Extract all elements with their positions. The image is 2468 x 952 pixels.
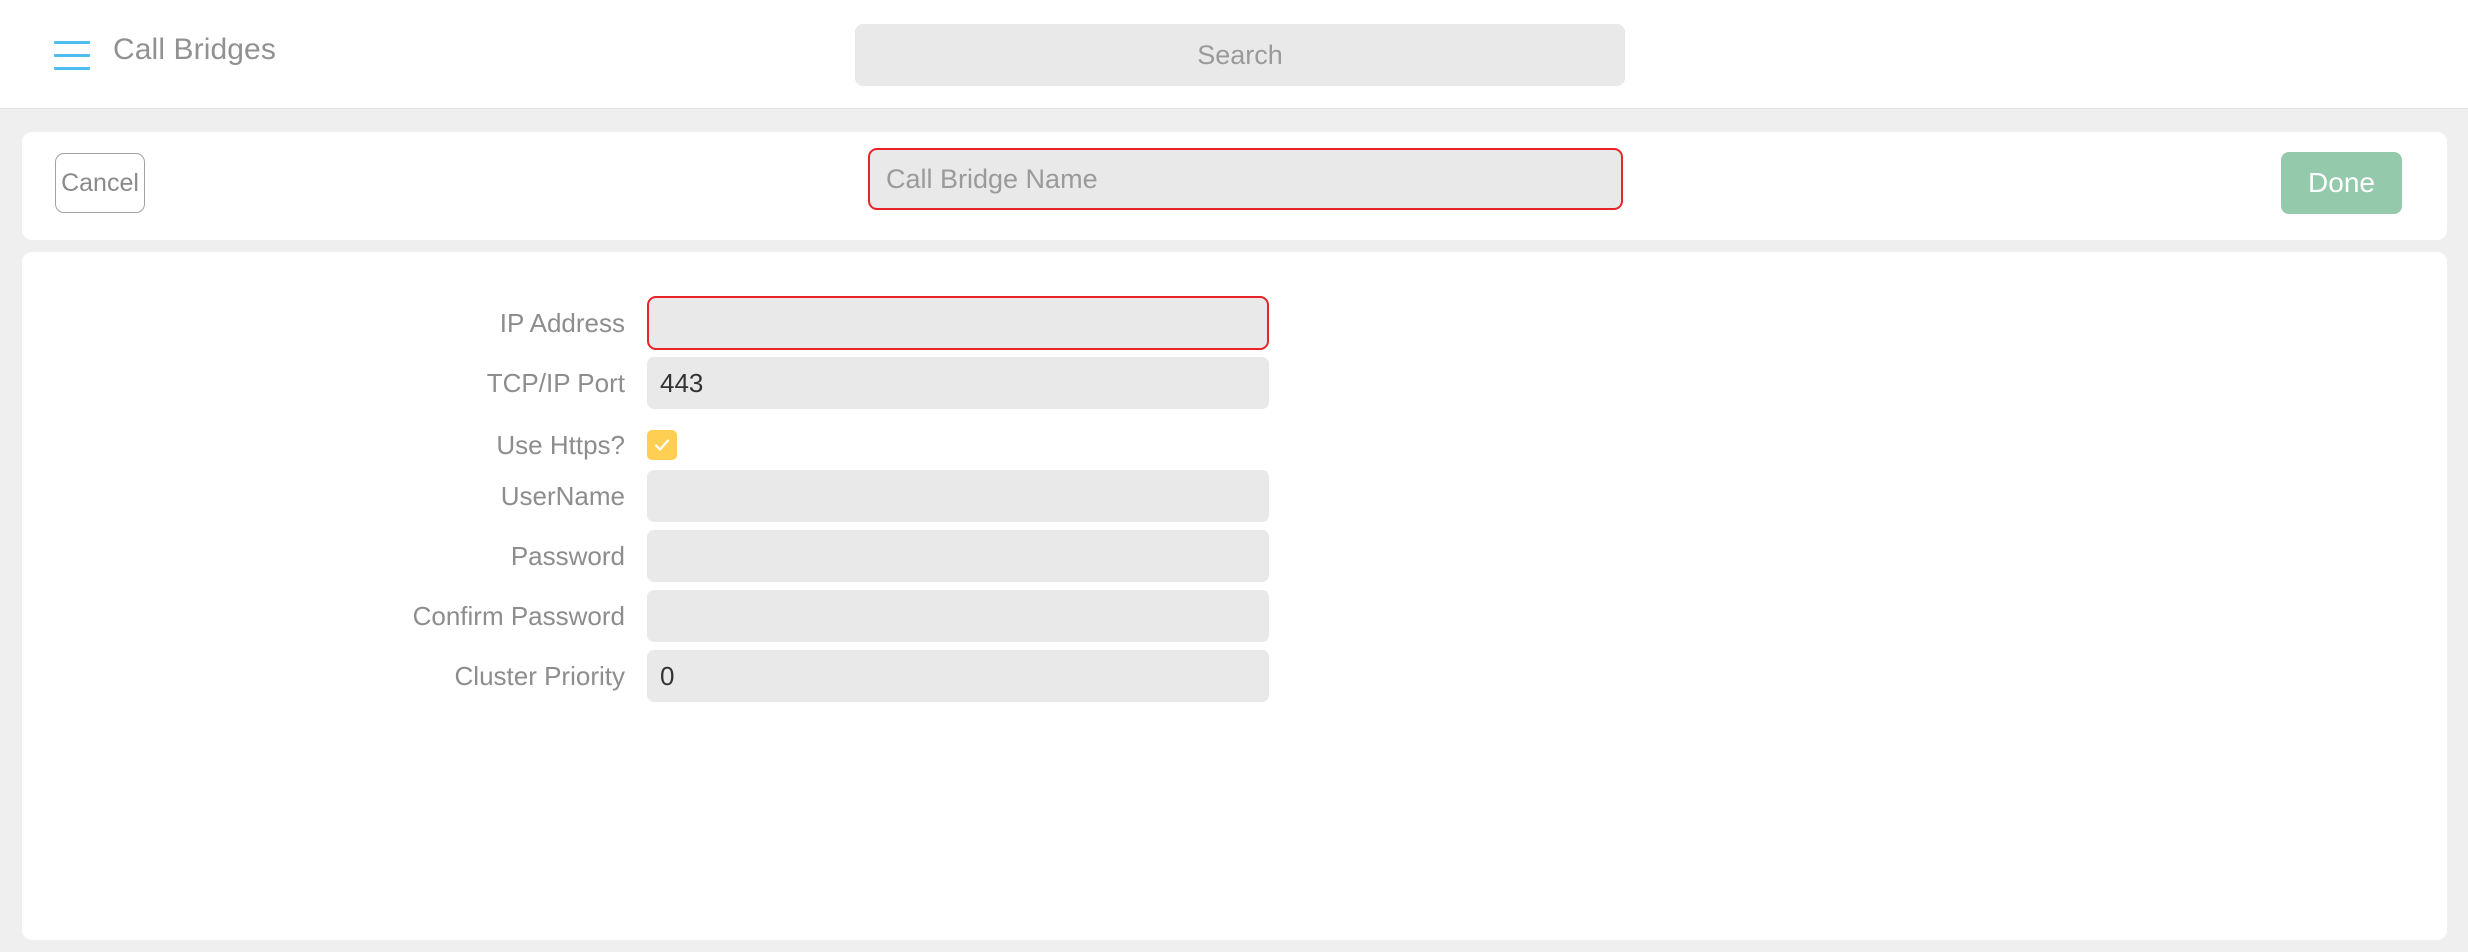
label-confirm-password: Confirm Password	[412, 601, 625, 631]
form-row-confirm-password: Confirm Password	[22, 587, 2447, 645]
edit-toolbar-card: Cancel Done	[22, 132, 2447, 240]
page-title: Call Bridges	[113, 33, 276, 66]
label-ip-address: IP Address	[499, 308, 625, 338]
checkmark-icon	[654, 439, 670, 451]
hamburger-bar-1	[54, 40, 90, 44]
label-cluster-priority: Cluster Priority	[454, 661, 625, 691]
password-input[interactable]	[647, 530, 1269, 582]
hamburger-bar-3	[54, 66, 90, 70]
ip-address-input[interactable]	[647, 296, 1269, 350]
cluster-priority-input[interactable]	[647, 650, 1269, 702]
cancel-button[interactable]: Cancel	[55, 153, 145, 213]
confirm-password-input[interactable]	[647, 590, 1269, 642]
label-username: UserName	[500, 481, 625, 511]
call-bridge-name-input[interactable]	[868, 148, 1623, 210]
use-https-checkbox[interactable]	[647, 430, 677, 460]
search-input[interactable]	[855, 24, 1625, 86]
tcp-ip-port-input[interactable]	[647, 357, 1269, 409]
call-bridge-form-card: IP Address TCP/IP Port Use Https? UserNa…	[22, 252, 2447, 940]
label-tcp-ip-port: TCP/IP Port	[486, 368, 625, 398]
form-row-ip-address: IP Address	[22, 294, 2447, 352]
hamburger-menu-icon[interactable]	[48, 30, 108, 80]
app-header: Call Bridges	[0, 0, 2468, 109]
label-password: Password	[510, 541, 625, 571]
form-row-username: UserName	[22, 467, 2447, 525]
done-button[interactable]: Done	[2281, 152, 2402, 214]
label-use-https: Use Https?	[496, 430, 625, 460]
form-row-cluster-priority: Cluster Priority	[22, 647, 2447, 705]
form-row-password: Password	[22, 527, 2447, 585]
form-row-use-https: Use Https?	[22, 416, 2447, 474]
form-row-tcp-ip-port: TCP/IP Port	[22, 354, 2447, 412]
username-input[interactable]	[647, 470, 1269, 522]
hamburger-bar-2	[54, 53, 90, 57]
